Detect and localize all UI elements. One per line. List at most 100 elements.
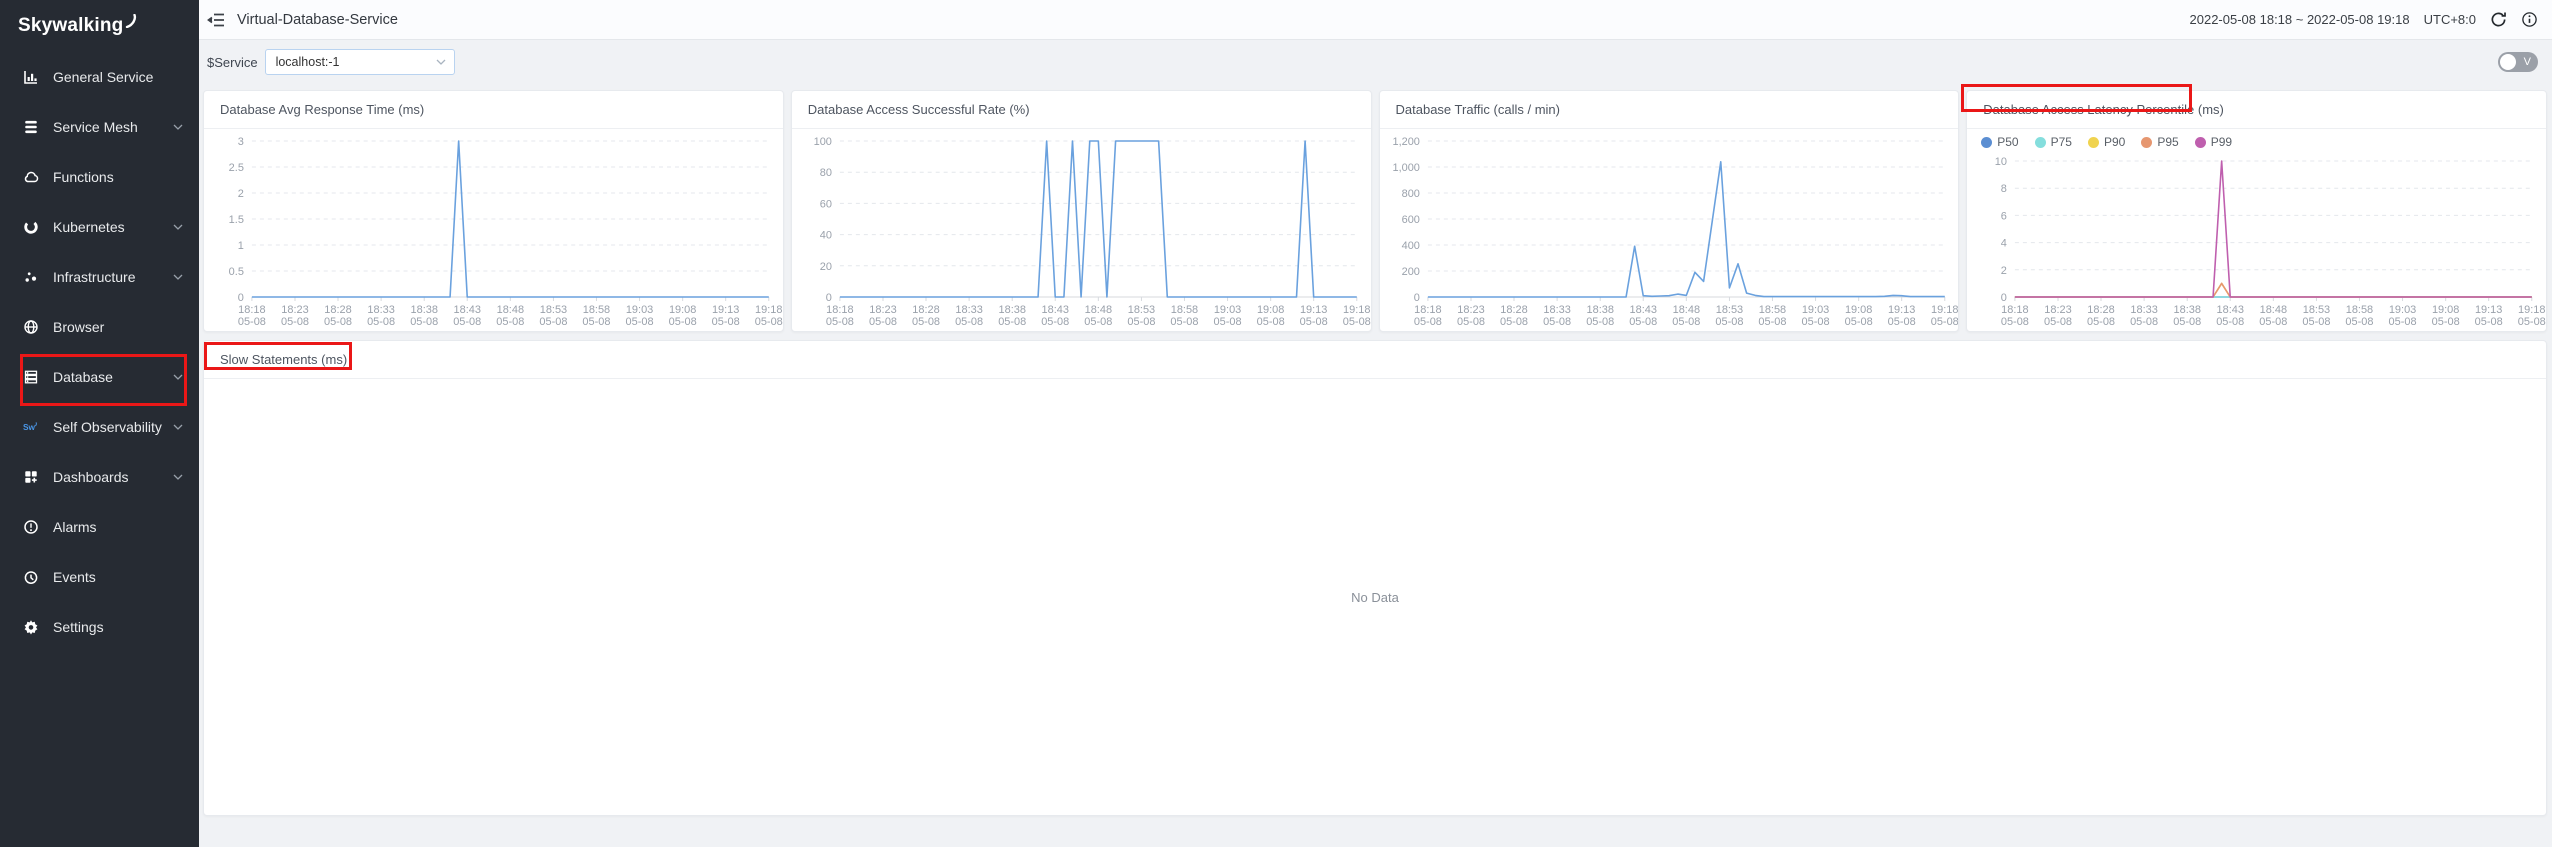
legend-item-p99[interactable]: P99	[2195, 135, 2232, 149]
page-title: Virtual-Database-Service	[237, 12, 398, 28]
chart-latency-percentile[interactable]: 024681018:1805-0818:2305-0818:2805-0818:…	[1967, 155, 2546, 332]
sidebar-item-label: Dashboards	[53, 469, 129, 485]
svg-text:40: 40	[819, 230, 831, 242]
sidebar-item-dashboards[interactable]: Dashboards	[0, 452, 199, 502]
chart-successful-rate[interactable]: 02040608010018:1805-0818:2305-0818:2805-…	[792, 129, 1371, 332]
svg-text:19:0305-08: 19:0305-08	[626, 304, 654, 328]
svg-text:3: 3	[238, 136, 244, 148]
svg-text:19:1305-08: 19:1305-08	[1887, 304, 1915, 328]
sidebar-item-label: Self Observability	[53, 419, 162, 435]
svg-text:18:4305-08: 18:4305-08	[1041, 304, 1069, 328]
sidebar-nav: General Service Service Mesh FunctionsKube…	[0, 52, 199, 652]
svg-text:18:4805-08: 18:4805-08	[1672, 304, 1700, 328]
sidebar-item-label: Service Mesh	[53, 119, 138, 135]
sidebar-item-alarms[interactable]: Alarms	[0, 502, 199, 552]
events-icon	[22, 568, 40, 586]
topbar-right: 2022-05-08 18:18 ~ 2022-05-08 19:18 UTC+…	[2190, 11, 2539, 28]
service-label: $Service	[207, 55, 258, 70]
legend-item-p90[interactable]: P90	[2088, 135, 2125, 149]
svg-text:0: 0	[2001, 292, 2007, 304]
svg-text:18:2805-08: 18:2805-08	[1499, 304, 1527, 328]
sidebar-item-service-mesh[interactable]: Service Mesh	[0, 102, 199, 152]
svg-text:1.5: 1.5	[229, 214, 244, 226]
svg-text:18:4805-08: 18:4805-08	[1084, 304, 1112, 328]
sidebar: Skywalking General Service Service Mesh Fu…	[0, 0, 199, 847]
sidebar-item-functions[interactable]: Functions	[0, 152, 199, 202]
legend-label: P75	[2051, 135, 2072, 149]
legend-item-p95[interactable]: P95	[2141, 135, 2178, 149]
infrastructure-icon	[22, 268, 40, 286]
svg-text:18:3305-08: 18:3305-08	[955, 304, 983, 328]
sidebar-item-infrastructure[interactable]: Infrastructure	[0, 252, 199, 302]
svg-text:18:3805-08: 18:3805-08	[410, 304, 438, 328]
timezone-label[interactable]: UTC+8:0	[2424, 12, 2476, 27]
view-mode-toggle[interactable]: V	[2498, 52, 2538, 72]
svg-text:2.5: 2.5	[229, 162, 244, 174]
svg-text:19:0805-08: 19:0805-08	[1256, 304, 1284, 328]
topbar-left: Virtual-Database-Service	[207, 12, 398, 28]
sidebar-item-browser[interactable]: Browser	[0, 302, 199, 352]
svg-text:200: 200	[1401, 266, 1419, 278]
svg-text:18:2305-08: 18:2305-08	[869, 304, 897, 328]
svg-text:18:4305-08: 18:4305-08	[1629, 304, 1657, 328]
svg-text:18:4805-08: 18:4805-08	[496, 304, 524, 328]
svg-text:600: 600	[1401, 214, 1419, 226]
svg-text:18:2805-08: 18:2805-08	[912, 304, 940, 328]
svg-text:19:0305-08: 19:0305-08	[1213, 304, 1241, 328]
chevron-down-icon	[173, 124, 183, 130]
svg-text:19:1305-08: 19:1305-08	[2475, 304, 2503, 328]
svg-text:18:2305-08: 18:2305-08	[281, 304, 309, 328]
legend-label: P95	[2157, 135, 2178, 149]
chart-avg-response-time[interactable]: 00.511.522.5318:1805-0818:2305-0818:2805…	[204, 129, 783, 332]
sidebar-item-settings[interactable]: Settings	[0, 602, 199, 652]
app-logo-text: Skywalking	[18, 15, 124, 37]
logo-swoosh-icon	[125, 14, 137, 28]
chart-traffic[interactable]: 02004006008001,0001,20018:1805-0818:2305…	[1380, 129, 1959, 332]
app-logo[interactable]: Skywalking	[0, 0, 199, 52]
kubernetes-icon	[22, 218, 40, 236]
svg-text:60: 60	[819, 198, 831, 210]
svg-text:20: 20	[819, 261, 831, 273]
menu-fold-icon[interactable]	[207, 12, 225, 28]
sidebar-item-general-service[interactable]: General Service	[0, 52, 199, 102]
svg-text:18:4305-08: 18:4305-08	[2216, 304, 2244, 328]
chevron-down-icon	[173, 424, 183, 430]
svg-text:19:1305-08: 19:1305-08	[712, 304, 740, 328]
svg-text:19:0805-08: 19:0805-08	[1844, 304, 1872, 328]
service-select[interactable]: localhost:-1	[265, 49, 455, 75]
svg-text:19:1805-08: 19:1805-08	[1930, 304, 1958, 328]
panel-traffic: Database Traffic (calls / min) 020040060…	[1379, 90, 1960, 332]
sidebar-item-kubernetes[interactable]: Kubernetes	[0, 202, 199, 252]
svg-text:18:5305-08: 18:5305-08	[539, 304, 567, 328]
time-range[interactable]: 2022-05-08 18:18 ~ 2022-05-08 19:18	[2190, 12, 2410, 27]
sidebar-item-label: Alarms	[53, 519, 97, 535]
svg-text:18:5305-08: 18:5305-08	[1715, 304, 1743, 328]
info-icon[interactable]	[2521, 11, 2538, 28]
svg-text:18:3305-08: 18:3305-08	[367, 304, 395, 328]
legend-item-p50[interactable]: P50	[1981, 135, 2018, 149]
svg-text:18:1805-08: 18:1805-08	[2001, 304, 2029, 328]
sidebar-item-self-observability[interactable]: SwSelf Observability	[0, 402, 199, 452]
gear-icon	[22, 618, 40, 636]
svg-text:19:1305-08: 19:1305-08	[1299, 304, 1327, 328]
svg-text:18:5805-08: 18:5805-08	[582, 304, 610, 328]
svg-text:18:1805-08: 18:1805-08	[1413, 304, 1441, 328]
panel-title: Slow Statements (ms)	[204, 341, 2546, 379]
sidebar-item-events[interactable]: Events	[0, 552, 199, 602]
svg-text:2: 2	[238, 188, 244, 200]
svg-text:80: 80	[819, 167, 831, 179]
toggle-knob	[2500, 54, 2516, 70]
legend-dot	[2141, 137, 2152, 148]
service-select-value: localhost:-1	[276, 55, 436, 69]
svg-text:19:1805-08: 19:1805-08	[755, 304, 783, 328]
alarm-icon	[22, 518, 40, 536]
refresh-icon[interactable]	[2490, 11, 2507, 28]
svg-text:10: 10	[1995, 156, 2007, 168]
sidebar-item-label: General Service	[53, 69, 153, 85]
toolbar: $Service localhost:-1 V	[199, 40, 2552, 84]
legend-item-p75[interactable]: P75	[2035, 135, 2072, 149]
globe-icon	[22, 318, 40, 336]
panel-latency-percentile: Database Access Latency Percentile (ms) …	[1966, 90, 2547, 332]
svg-text:18:5305-08: 18:5305-08	[2303, 304, 2331, 328]
sidebar-item-database[interactable]: Database	[0, 352, 199, 402]
